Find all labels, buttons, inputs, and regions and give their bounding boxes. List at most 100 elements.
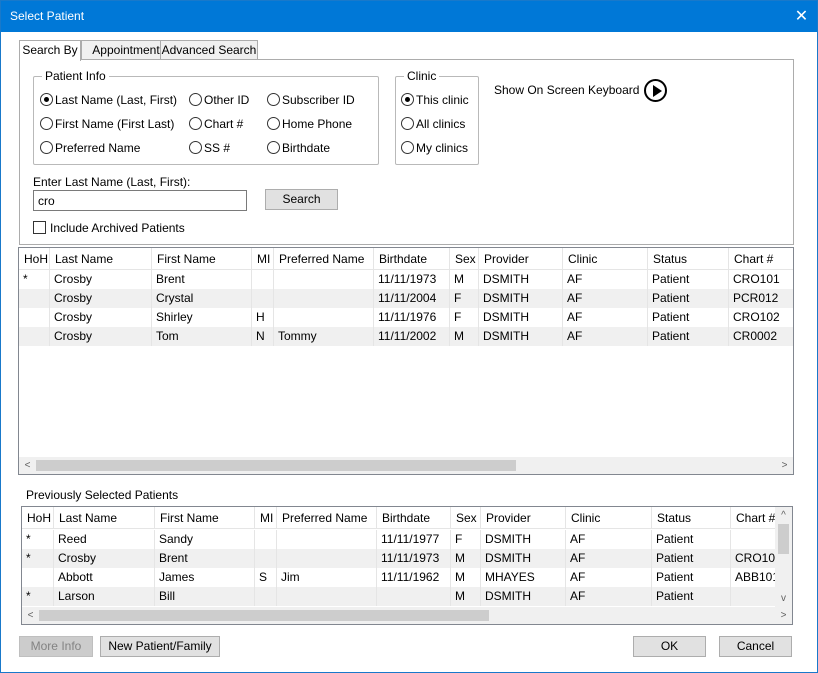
cell-hoh [22, 568, 54, 587]
column-header[interactable]: MI [252, 248, 274, 270]
cell-hoh [19, 327, 50, 346]
cell-birthdate: 11/11/2002 [374, 327, 450, 346]
column-header[interactable]: First Name [155, 507, 255, 529]
table-row[interactable]: * Crosby Brent 11/11/1973 M DSMITH AF Pa… [22, 549, 775, 568]
scroll-right-icon[interactable]: > [775, 607, 792, 624]
radio-label: This clinic [416, 93, 469, 107]
close-icon[interactable]: ✕ [786, 1, 817, 32]
column-header[interactable]: Birthdate [377, 507, 451, 529]
cell-first-name: Sandy [155, 530, 255, 549]
table-row[interactable]: Crosby Crystal 11/11/2004 F DSMITH AF Pa… [19, 289, 793, 308]
cell-provider: DSMITH [481, 549, 566, 568]
scroll-thumb[interactable] [39, 610, 489, 621]
ok-button[interactable]: OK [633, 636, 706, 657]
column-header[interactable]: HoH [19, 248, 50, 270]
radio-all-clinics[interactable]: All clinics [401, 117, 465, 131]
cell-birthdate [377, 587, 451, 606]
radio-my-clinics[interactable]: My clinics [401, 141, 468, 155]
column-header[interactable]: Preferred Name [274, 248, 374, 270]
scroll-thumb[interactable] [778, 524, 789, 554]
cell-birthdate: 11/11/1962 [377, 568, 451, 587]
radio-home-phone[interactable]: Home Phone [267, 117, 352, 131]
cell-chart [731, 587, 775, 606]
cell-sex: F [450, 308, 479, 327]
cell-status: Patient [652, 530, 731, 549]
table-row[interactable]: * Reed Sandy 11/11/1977 F DSMITH AF Pati… [22, 530, 775, 549]
radio-preferred-name[interactable]: Preferred Name [40, 141, 140, 155]
search-input[interactable]: cro [33, 190, 247, 211]
cell-chart: PCR012 [733, 291, 779, 305]
table-row[interactable]: * Crosby Brent 11/11/1973 M DSMITH AF Pa… [19, 270, 793, 289]
radio-birthdate[interactable]: Birthdate [267, 141, 330, 155]
radio-label: SS # [204, 141, 231, 155]
scroll-down-icon[interactable]: v [775, 590, 792, 607]
cancel-button[interactable]: Cancel [719, 636, 792, 657]
cell-first-name: Bill [155, 587, 255, 606]
cell-birthdate: 11/11/1973 [377, 549, 451, 568]
cell-hoh: * [22, 530, 54, 549]
search-button[interactable]: Search [265, 189, 338, 210]
scroll-right-icon[interactable]: > [776, 457, 793, 474]
tab-search-by[interactable]: Search By [19, 40, 81, 61]
table-row[interactable]: Crosby Shirley H 11/11/1976 F DSMITH AF … [19, 308, 793, 327]
table-row[interactable]: Abbott James S Jim 11/11/1962 M MHAYES A… [22, 568, 775, 587]
title-bar[interactable]: Select Patient ✕ [1, 1, 817, 32]
previous-hscrollbar[interactable]: < > [22, 607, 792, 624]
radio-ss-number[interactable]: SS # [189, 141, 230, 155]
more-info-button[interactable]: More Info [19, 636, 93, 657]
column-header[interactable]: Birthdate [374, 248, 450, 270]
column-header[interactable]: First Name [152, 248, 252, 270]
cell-last-name: Crosby [50, 327, 152, 346]
cell-hoh [19, 289, 50, 308]
cell-sex: M [451, 549, 481, 568]
previous-title: Previously Selected Patients [26, 488, 179, 502]
column-header[interactable]: Last Name [50, 248, 152, 270]
previous-grid: HoH Last Name First Name MI Preferred Na… [21, 506, 793, 625]
cell-mi [255, 587, 277, 606]
play-icon[interactable] [644, 79, 667, 102]
radio-subscriber-id[interactable]: Subscriber ID [267, 93, 355, 107]
column-header[interactable]: MI [255, 507, 277, 529]
search-label: Enter Last Name (Last, First): [33, 175, 191, 189]
scroll-left-icon[interactable]: < [19, 457, 36, 474]
column-header[interactable]: Sex [450, 248, 479, 270]
column-header[interactable]: Chart # [729, 248, 793, 270]
tab-advanced-search[interactable]: Advanced Search [160, 40, 258, 60]
include-archived-label: Include Archived Patients [50, 221, 185, 235]
radio-label: My clinics [416, 141, 469, 155]
previous-vscrollbar[interactable]: ^ v [775, 507, 792, 607]
column-header[interactable]: Clinic [563, 248, 648, 270]
scroll-up-icon[interactable]: ^ [775, 507, 792, 524]
cell-first-name: Tom [152, 327, 252, 346]
scroll-left-icon[interactable]: < [22, 607, 39, 624]
results-hscrollbar[interactable]: < > [19, 457, 793, 474]
radio-first-name[interactable]: First Name (First Last) [40, 117, 174, 131]
column-header[interactable]: Chart # [731, 507, 775, 529]
cell-provider: DSMITH [479, 270, 563, 289]
column-header[interactable]: Status [652, 507, 731, 529]
radio-circle [401, 93, 414, 106]
new-patient-family-button[interactable]: New Patient/Family [100, 636, 220, 657]
radio-chart-number[interactable]: Chart # [189, 117, 243, 131]
column-header[interactable]: Sex [451, 507, 481, 529]
table-row[interactable]: * Larson Bill M DSMITH AF Patient [22, 587, 775, 606]
column-header[interactable]: Provider [481, 507, 566, 529]
include-archived-checkbox[interactable] [33, 221, 46, 234]
column-header[interactable]: HoH [22, 507, 54, 529]
column-header[interactable]: Clinic [566, 507, 652, 529]
radio-other-id[interactable]: Other ID [189, 93, 249, 107]
cell-mi [252, 289, 274, 308]
cell-preferred-name [274, 289, 374, 308]
scroll-thumb[interactable] [36, 460, 516, 471]
radio-circle [189, 93, 202, 106]
column-header[interactable]: Status [648, 248, 729, 270]
radio-this-clinic[interactable]: This clinic [401, 93, 469, 107]
cell-provider: DSMITH [481, 587, 566, 606]
radio-last-name[interactable]: Last Name (Last, First) [40, 93, 177, 107]
column-header[interactable]: Preferred Name [277, 507, 377, 529]
window-title: Select Patient [10, 9, 85, 23]
radio-label: Home Phone [282, 117, 353, 131]
table-row[interactable]: Crosby Tom N Tommy 11/11/2002 M DSMITH A… [19, 327, 793, 346]
column-header[interactable]: Last Name [54, 507, 155, 529]
column-header[interactable]: Provider [479, 248, 563, 270]
